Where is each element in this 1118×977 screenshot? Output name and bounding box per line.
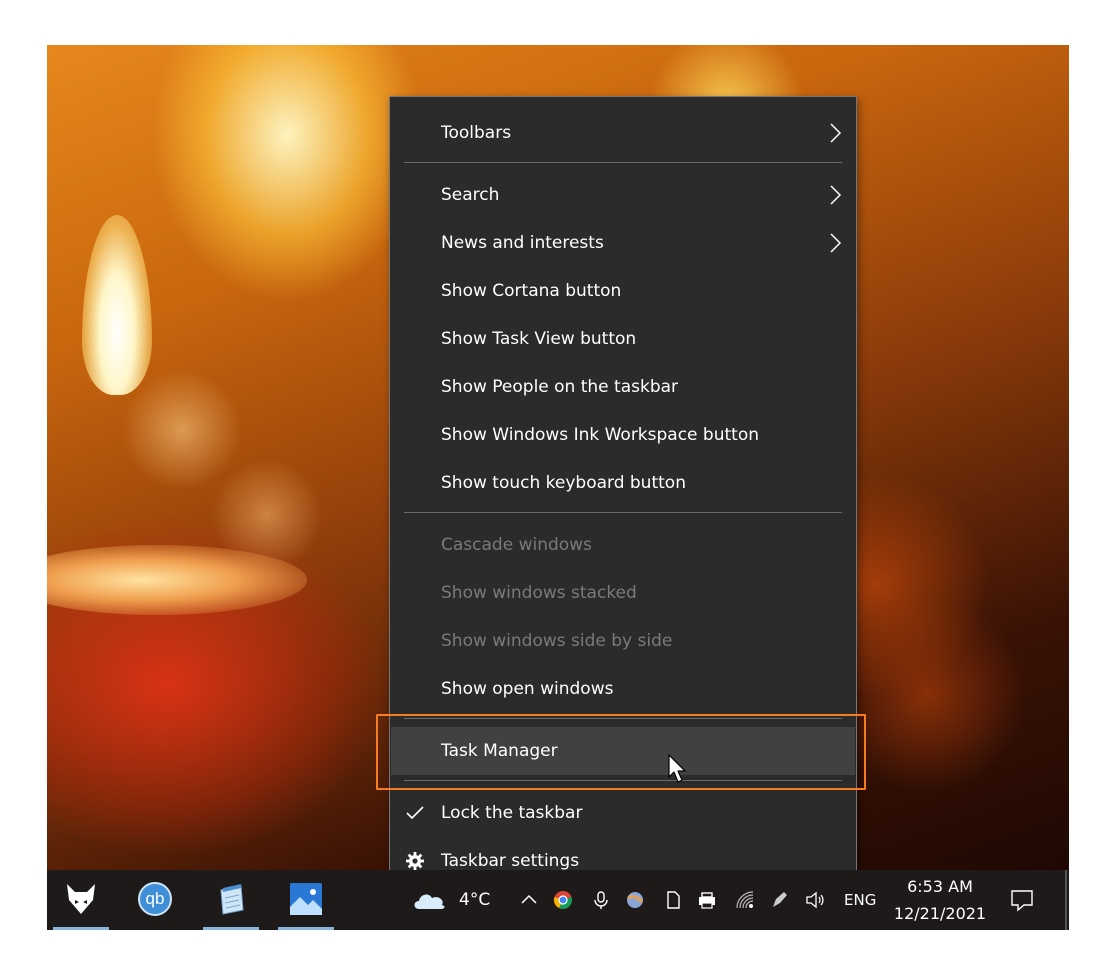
menu-item-show-task-view[interactable]: Show Task View button: [391, 315, 855, 363]
taskbar-app-notepad[interactable]: [201, 870, 261, 930]
menu-separator: [404, 512, 842, 513]
menu-item-show-ink-workspace[interactable]: Show Windows Ink Workspace button: [391, 411, 855, 459]
menu-item-show-windows-stacked: Show windows stacked: [391, 569, 855, 617]
task-manager-highlight-box: [376, 714, 866, 790]
menu-item-label: Show Cortana button: [441, 281, 622, 301]
menu-item-label: News and interests: [441, 233, 604, 253]
gear-icon: [405, 851, 425, 871]
photos-app-icon: [290, 883, 322, 915]
qbittorrent-icon: qb: [138, 882, 172, 916]
document-icon[interactable]: [663, 890, 683, 910]
chevron-right-icon: [825, 233, 845, 253]
menu-item-label: Search: [441, 185, 500, 205]
menu-item-lock-taskbar[interactable]: Lock the taskbar: [391, 789, 855, 837]
active-indicator: [53, 927, 109, 930]
menu-item-label: Toolbars: [441, 123, 512, 143]
menu-item-label: Show open windows: [441, 679, 614, 699]
fox-app-icon: [67, 884, 95, 914]
menu-item-toolbars[interactable]: Toolbars: [391, 109, 855, 157]
language-indicator[interactable]: ENG: [844, 891, 876, 909]
chevron-right-icon: [825, 123, 845, 143]
menu-item-show-open-windows[interactable]: Show open windows: [391, 665, 855, 713]
menu-item-label: Show touch keyboard button: [441, 473, 686, 493]
mic-icon[interactable]: [591, 890, 611, 910]
clock-date: 12/21/2021: [893, 904, 987, 923]
notification-icon[interactable]: [1010, 888, 1034, 912]
candle-glow: [47, 545, 307, 615]
chrome-icon[interactable]: [553, 890, 573, 910]
menu-item-label: Show People on the taskbar: [441, 377, 679, 397]
volume-icon[interactable]: [805, 890, 825, 910]
menu-item-label: Show Task View button: [441, 329, 637, 349]
candle-flame: [82, 215, 152, 395]
pen-icon[interactable]: [769, 890, 789, 910]
checkmark-icon: [405, 803, 425, 823]
globe-icon[interactable]: [625, 890, 645, 910]
clock-time: 6:53 AM: [907, 877, 973, 896]
weather-widget[interactable]: 4°C: [413, 882, 513, 918]
printer-icon[interactable]: [697, 890, 717, 910]
chevron-right-icon: [825, 185, 845, 205]
menu-item-show-people[interactable]: Show People on the taskbar: [391, 363, 855, 411]
mouse-cursor-icon: [668, 754, 686, 783]
weather-temperature: 4°C: [459, 890, 491, 910]
menu-item-news-and-interests[interactable]: News and interests: [391, 219, 855, 267]
cloud-icon: [414, 894, 445, 909]
taskbar-app-qbittorrent[interactable]: qb: [126, 870, 186, 930]
menu-separator: [404, 162, 842, 163]
menu-item-show-windows-side-by-side: Show windows side by side: [391, 617, 855, 665]
taskbar-app-photos[interactable]: [276, 870, 336, 930]
notepad-app-icon: [220, 884, 244, 915]
wifi-icon[interactable]: [735, 890, 755, 910]
menu-item-cascade-windows: Cascade windows: [391, 521, 855, 569]
menu-item-label: Show windows side by side: [441, 631, 673, 651]
menu-item-show-cortana[interactable]: Show Cortana button: [391, 267, 855, 315]
menu-item-label: Lock the taskbar: [441, 803, 583, 823]
menu-item-label: Show Windows Ink Workspace button: [441, 425, 759, 445]
menu-item-label: Show windows stacked: [441, 583, 637, 603]
menu-item-show-touch-keyboard[interactable]: Show touch keyboard button: [391, 459, 855, 507]
active-indicator: [278, 927, 334, 930]
menu-item-label: Cascade windows: [441, 535, 592, 555]
taskbar: qb 4°C ENG 6:53 AM 12/21/2021: [47, 870, 1069, 930]
chevron-up-icon[interactable]: [519, 890, 539, 910]
menu-item-search[interactable]: Search: [391, 171, 855, 219]
clock[interactable]: 6:53 AM 12/21/2021: [885, 870, 995, 930]
active-indicator: [203, 927, 259, 930]
taskbar-app-fox[interactable]: [51, 870, 111, 930]
show-desktop-button[interactable]: [1065, 870, 1067, 930]
